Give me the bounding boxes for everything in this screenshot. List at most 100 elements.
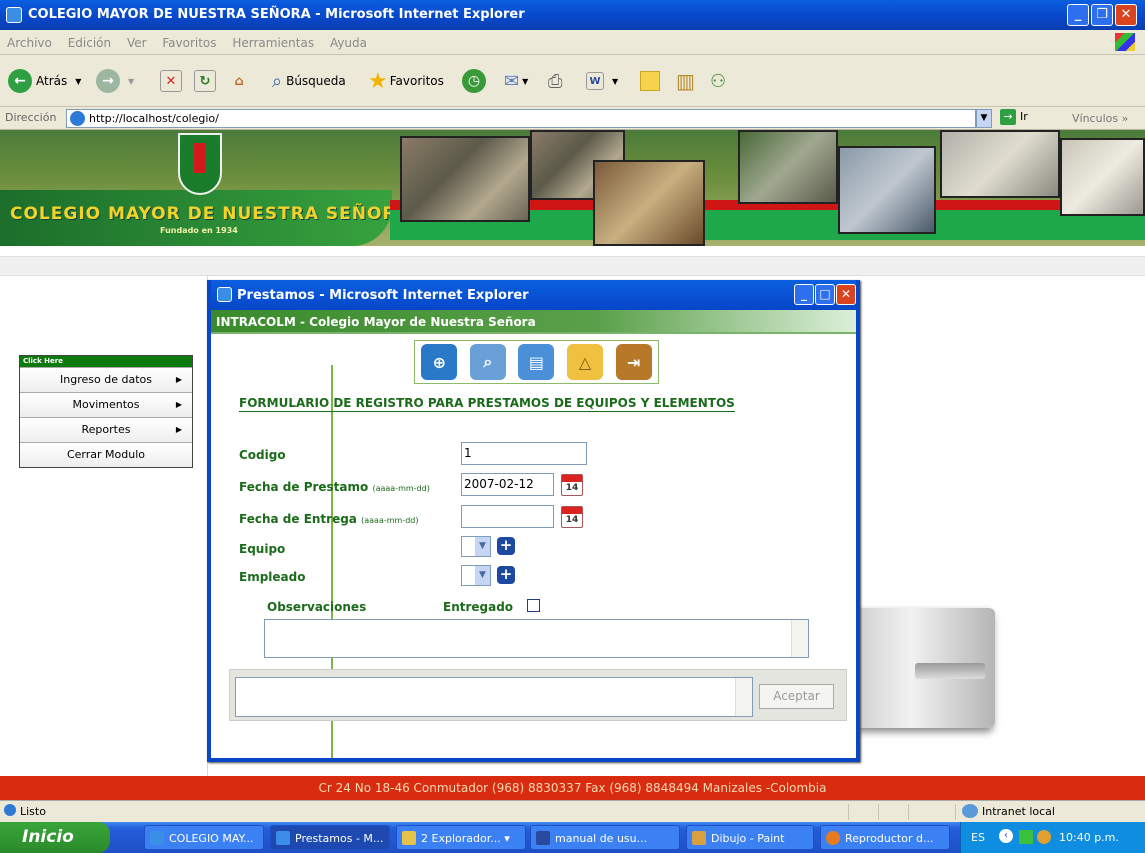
search-icon[interactable]: ⌕ (469, 344, 506, 380)
language-indicator[interactable]: ES (971, 831, 985, 844)
chevron-down-icon: ▼ (475, 537, 490, 556)
task-manual[interactable]: manual de usu... (530, 825, 680, 850)
home-button[interactable]: ⌂ (228, 68, 250, 94)
menu-archivo[interactable]: Archivo (0, 30, 57, 50)
links-button[interactable]: Vínculos » (1072, 112, 1128, 125)
banner-photo (593, 160, 705, 246)
notes-button[interactable] (640, 68, 660, 94)
favorites-button[interactable]: ★ Favoritos (368, 68, 444, 94)
popup-maximize-button[interactable]: □ (815, 284, 835, 305)
popup-titlebar[interactable]: Prestamos - Microsoft Internet Explorer … (211, 280, 856, 310)
print-button[interactable]: ⎙ (548, 68, 562, 94)
school-name: COLEGIO MAYOR DE NUESTRA SEÑORA (10, 204, 411, 224)
edit-button[interactable]: W ▼ (586, 68, 618, 94)
stop-button[interactable]: ✕ (160, 68, 182, 94)
address-input[interactable]: http://localhost/colegio/ (66, 109, 976, 128)
tray-expand-icon[interactable]: ‹ (999, 829, 1013, 843)
window-titlebar[interactable]: COLEGIO MAYOR DE NUESTRA SEÑORA - Micros… (0, 0, 1145, 30)
action-icon-bar: ⊕ ⌕ ▤ △ ⇥ (414, 340, 659, 384)
task-prestamos[interactable]: Prestamos - M... (270, 825, 390, 850)
scrollbar[interactable] (791, 620, 808, 657)
menu-herramientas[interactable]: Herramientas (225, 30, 319, 50)
go-arrow-icon: → (1000, 109, 1016, 125)
menu-item-cerrar[interactable]: Cerrar Modulo (20, 442, 192, 467)
security-zone: Intranet local (982, 805, 1055, 818)
fecha-prestamo-label: Fecha de Prestamo (aaaa-mm-dd) (239, 480, 430, 494)
intranet-icon (962, 804, 978, 818)
ie-icon (6, 7, 22, 23)
task-reproductor[interactable]: Reproductor d... (820, 825, 950, 850)
calendar-icon[interactable]: 14 (561, 506, 583, 528)
add-equipo-button[interactable]: + (497, 537, 515, 555)
menu-item-reportes[interactable]: Reportes ▶ (20, 417, 192, 442)
accept-button[interactable]: Aceptar (759, 684, 834, 709)
banner: COLEGIO MAYOR DE NUESTRA SEÑORA Fundado … (0, 130, 1145, 246)
task-colegio[interactable]: COLEGIO MAY... (144, 825, 264, 850)
menu-item-movimentos[interactable]: Movimentos ▶ (20, 392, 192, 417)
search-button[interactable]: ⌕ Búsqueda (272, 68, 346, 94)
task-explorador[interactable]: 2 Explorador... ▾ (396, 825, 526, 850)
fecha-prestamo-input[interactable]: 2007-02-12 (461, 473, 554, 496)
entregado-checkbox[interactable] (527, 599, 540, 612)
address-label: Dirección (5, 111, 57, 124)
home-icon: ⌂ (234, 73, 244, 89)
security-icon[interactable] (1037, 830, 1051, 844)
start-button[interactable]: Inicio (0, 822, 110, 853)
banner-photo (940, 130, 1060, 198)
messenger-button[interactable]: ⚇ (710, 68, 726, 94)
popup-title: Prestamos - Microsoft Internet Explorer (237, 288, 529, 303)
side-menu-header: Click Here (20, 356, 192, 367)
popup-close-button[interactable]: ✕ (836, 284, 856, 305)
system-tray: ES ‹ 10:40 p.m. (960, 822, 1145, 853)
menu-item-ingreso[interactable]: Ingreso de datos ▶ (20, 367, 192, 392)
observaciones-textarea[interactable] (264, 619, 809, 658)
submenu-arrow-icon: ▶ (175, 375, 182, 384)
word-icon (536, 831, 550, 845)
maximize-button[interactable]: ❐ (1091, 4, 1113, 26)
popup-minimize-button[interactable]: _ (794, 284, 814, 305)
word-icon: W (586, 72, 604, 90)
network-icon[interactable] (1019, 830, 1033, 844)
exit-door-icon[interactable]: ⇥ (615, 344, 652, 380)
close-button[interactable]: ✕ (1115, 4, 1137, 26)
ie-icon (150, 831, 164, 845)
browser-toolbar: ← Atrás ▼ → ▼ ✕ ↻ ⌂ ⌕ Búsqueda ★ Favoritos ◷ … (0, 55, 1145, 107)
forward-button[interactable]: → ▼ (96, 68, 134, 94)
history-button[interactable]: ◷ (462, 68, 486, 94)
back-button[interactable]: ← Atrás ▼ (8, 68, 81, 94)
back-label: Atrás (36, 74, 68, 88)
submenu-arrow-icon: ▶ (175, 400, 182, 409)
database-add-icon[interactable]: ⊕ (421, 344, 458, 380)
codigo-input[interactable]: 1 (461, 442, 587, 465)
codigo-label: Codigo (239, 448, 286, 462)
ie-icon (276, 831, 290, 845)
side-menu: Click Here Ingreso de datos ▶ Movimentos ▶… (19, 355, 193, 468)
go-button[interactable]: → Ir (1000, 109, 1028, 125)
banner-photo (400, 136, 530, 222)
clean-icon[interactable]: △ (567, 344, 604, 380)
menu-ver[interactable]: Ver (120, 30, 152, 50)
menu-ayuda[interactable]: Ayuda (323, 30, 372, 50)
refresh-button[interactable]: ↻ (194, 68, 216, 94)
empleado-select[interactable]: ▼ (461, 565, 491, 586)
add-empleado-button[interactable]: + (497, 566, 515, 584)
document-icon[interactable]: ▤ (518, 344, 555, 380)
equipo-select[interactable]: ▼ (461, 536, 491, 557)
menu-favoritos[interactable]: Favoritos (155, 30, 221, 50)
menu-edicion[interactable]: Edición (61, 30, 116, 50)
minimize-button[interactable]: _ (1067, 4, 1089, 26)
mail-button[interactable]: ✉ ▼ (504, 68, 528, 94)
search-label: Búsqueda (286, 74, 346, 88)
calendar-icon[interactable]: 14 (561, 474, 583, 496)
fecha-entrega-input[interactable] (461, 505, 554, 528)
task-paint[interactable]: Dibujo - Paint (686, 825, 814, 850)
fecha-entrega-label: Fecha de Entrega (aaaa-mm-dd) (239, 512, 419, 526)
favorites-label: Favoritos (389, 74, 444, 88)
message-textarea[interactable] (235, 677, 753, 717)
address-dropdown[interactable]: ▼ (976, 109, 992, 128)
research-button[interactable]: ▥ (676, 68, 695, 94)
go-label: Ir (1020, 110, 1028, 123)
banner-photo (1060, 138, 1145, 216)
intracolm-header: INTRACOLM - Colegio Mayor de Nuestra Señ… (211, 310, 856, 334)
scrollbar[interactable] (735, 678, 752, 716)
